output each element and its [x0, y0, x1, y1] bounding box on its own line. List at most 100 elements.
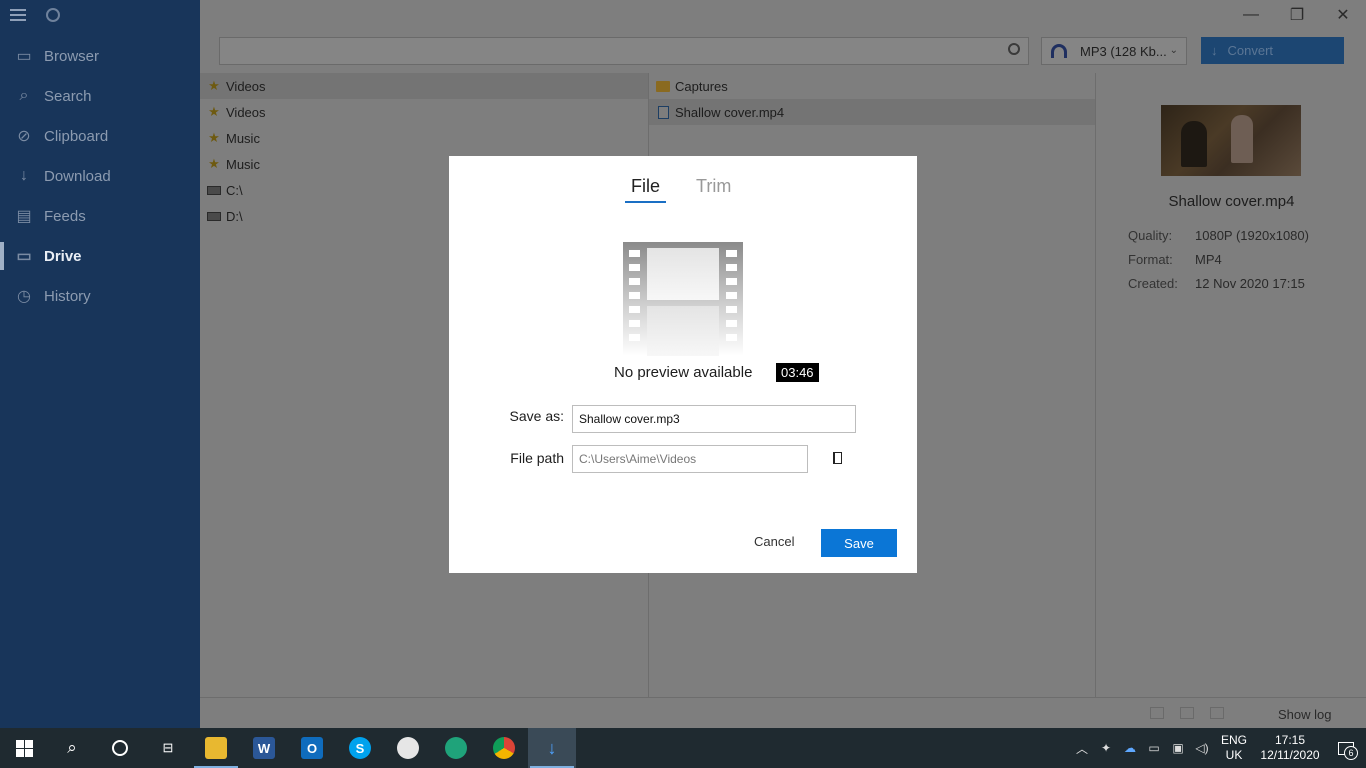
list-item-label: D:\ [226, 208, 243, 224]
sidebar-item-label: Browser [44, 47, 100, 65]
file-path-input[interactable] [572, 445, 808, 473]
folder-icon: ▭ [16, 248, 32, 265]
list-item[interactable]: Shallow cover.mp4 [649, 99, 1095, 125]
video-file-icon [655, 105, 671, 119]
cortana-button[interactable] [96, 728, 144, 768]
status-icons [1150, 707, 1224, 719]
no-preview-label: No preview available [614, 364, 753, 381]
clock[interactable]: 17:15 12/11/2020 [1254, 733, 1326, 763]
list-item-label: C:\ [226, 182, 243, 198]
search-input[interactable] [219, 37, 1029, 65]
search-icon: ⌕ [67, 738, 77, 757]
power-icon[interactable]: ▭ [1142, 728, 1166, 768]
drive-icon [206, 209, 222, 223]
language-indicator[interactable]: ENG UK [1214, 733, 1254, 763]
volume-icon[interactable]: ◁) [1190, 728, 1214, 768]
tab-trim[interactable]: Trim [696, 176, 731, 203]
list-item[interactable]: Captures [649, 73, 1095, 99]
list-item[interactable]: ★ Videos [200, 73, 648, 99]
sidebar-item-label: Drive [44, 247, 82, 265]
video-thumbnail [1161, 105, 1301, 176]
sidebar-item-search[interactable]: ⌕ Search [0, 76, 200, 116]
details-key: Quality: [1128, 228, 1173, 243]
sidebar-item-history[interactable]: ◷ History [0, 276, 200, 316]
format-select-value: MP3 (128 Kb... [1080, 43, 1167, 59]
chrome-button[interactable] [480, 728, 528, 768]
sidebar-item-drive[interactable]: ▭ Drive [0, 236, 200, 276]
onedrive-icon[interactable]: ☁ [1118, 728, 1142, 768]
network-icon[interactable]: ▣ [1166, 728, 1190, 768]
format-select[interactable]: MP3 (128 Kb... ⌄ [1041, 37, 1187, 65]
shuffle-icon[interactable] [1150, 707, 1164, 719]
taskbar: ⌕ ⊟ W O S ↓ ︿ ✦ ☁ ▭ ▣ ◁) ENG UK 17:15 12… [0, 728, 1366, 768]
file-explorer-button[interactable] [192, 728, 240, 768]
sidebar-item-label: History [44, 287, 91, 305]
minimize-button[interactable]: — [1228, 0, 1274, 30]
skype-icon: S [349, 737, 371, 759]
tab-file[interactable]: File [625, 176, 667, 203]
cortana-icon [112, 740, 128, 756]
outlook-button[interactable]: O [288, 728, 336, 768]
chrome-icon [493, 737, 515, 759]
list-item[interactable]: ★ Music [200, 125, 648, 151]
image-icon[interactable] [1210, 707, 1224, 719]
folder-browse-icon[interactable] [833, 452, 842, 464]
show-log-button[interactable]: Show log [1278, 707, 1331, 722]
details-key: Format: [1128, 252, 1173, 267]
word-button[interactable]: W [240, 728, 288, 768]
sidebar-topbar [0, 0, 200, 30]
notifications-button[interactable]: 6 [1326, 728, 1366, 768]
save-dialog: File Trim No preview available 03:46 Sav… [449, 156, 917, 573]
sidebar-item-download[interactable]: ↓ Download [0, 156, 200, 196]
details-created: Created: 12 Nov 2020 17:15 [1128, 276, 1305, 291]
start-button[interactable] [0, 728, 48, 768]
cancel-button[interactable]: Cancel [754, 534, 794, 549]
dropbox-icon[interactable]: ✦ [1094, 728, 1118, 768]
menu-icon[interactable] [10, 9, 26, 21]
convert-button[interactable]: ↓ Convert [1201, 37, 1344, 64]
details-panel: Shallow cover.mp4 Quality: 1080P (1920x1… [1097, 73, 1366, 697]
notification-count: 6 [1344, 746, 1358, 760]
save-as-label: Save as: [509, 408, 564, 424]
edge-button[interactable] [432, 728, 480, 768]
window-controls: — ❐ ✕ [1228, 0, 1366, 30]
list-item[interactable]: ★ Videos [200, 99, 648, 125]
search-icon: ⌕ [19, 87, 29, 104]
sidebar-item-clipboard[interactable]: ⊘ Clipboard [0, 116, 200, 156]
clock-date: 12/11/2020 [1260, 748, 1320, 762]
details-quality: Quality: 1080P (1920x1080) [1128, 228, 1309, 243]
save-as-input[interactable] [572, 405, 856, 433]
list-item-label: Videos [226, 78, 266, 94]
file-path-label: File path [510, 450, 564, 466]
paint-button[interactable] [384, 728, 432, 768]
task-view-button[interactable]: ⊟ [144, 728, 192, 768]
save-button[interactable]: Save [821, 529, 897, 557]
edge-icon [445, 737, 467, 759]
clipboard-icon: ⊘ [17, 128, 31, 145]
film-strip-icon [623, 242, 743, 356]
sidebar-item-feeds[interactable]: ▤ Feeds [0, 196, 200, 236]
outlook-icon: O [301, 737, 323, 759]
star-icon: ★ [208, 130, 220, 145]
taskbar-search-button[interactable]: ⌕ [48, 728, 96, 768]
clock-time: 17:15 [1274, 733, 1306, 747]
restore-button[interactable]: ❐ [1274, 0, 1320, 30]
details-value: 1080P (1920x1080) [1195, 228, 1309, 243]
details-value: MP4 [1195, 252, 1222, 267]
duration-badge: 03:46 [776, 363, 819, 382]
link-icon[interactable] [1180, 707, 1194, 719]
skype-button[interactable]: S [336, 728, 384, 768]
windows-logo-icon [15, 739, 33, 757]
close-button[interactable]: ✕ [1320, 0, 1366, 30]
details-title: Shallow cover.mp4 [1168, 193, 1295, 210]
sidebar-item-browser[interactable]: ▭ Browser [0, 36, 200, 76]
drive-icon [206, 183, 222, 197]
search-icon[interactable] [1008, 43, 1020, 55]
chevron-up-icon[interactable]: ︿ [1070, 728, 1094, 768]
app-sidebar: ▭ Browser ⌕ Search ⊘ Clipboard ↓ Downloa… [0, 0, 200, 728]
converter-app-button[interactable]: ↓ [528, 728, 576, 768]
paint-icon [397, 737, 419, 759]
details-value: 12 Nov 2020 17:15 [1195, 276, 1305, 291]
download-arrow-icon: ↓ [1211, 43, 1218, 58]
gear-icon[interactable] [46, 8, 60, 22]
